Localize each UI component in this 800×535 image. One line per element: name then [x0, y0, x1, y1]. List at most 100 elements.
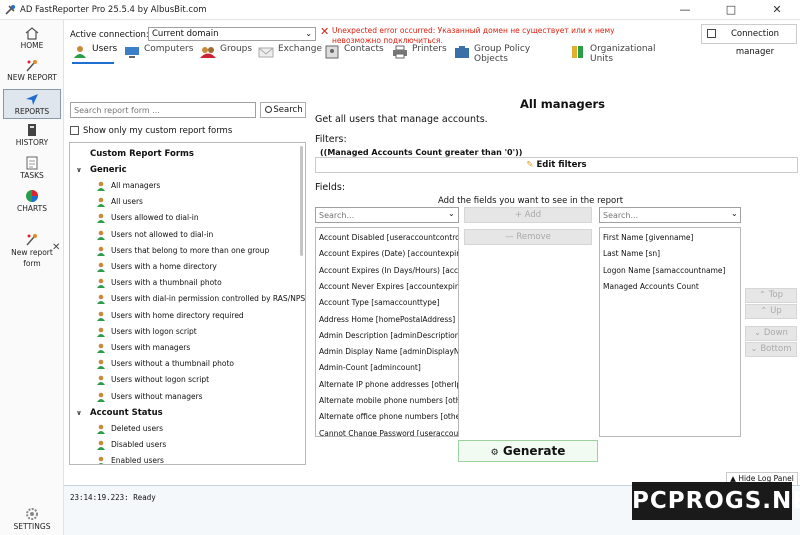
- available-field-item[interactable]: Account Expires (Date) [accountexpires]: [319, 246, 458, 262]
- nav-charts-label: CHARTS: [16, 204, 47, 213]
- tree-item[interactable]: Users with managers: [96, 340, 190, 356]
- nav-history[interactable]: HISTORY: [3, 121, 61, 151]
- close-form-icon[interactable]: ✕: [52, 242, 60, 253]
- title-bar: AD FastReporter Pro 25.5.4 by AlbusBit.c…: [0, 0, 800, 20]
- nav-settings[interactable]: SETTINGS: [3, 505, 61, 535]
- nav-reports[interactable]: REPORTS: [3, 89, 61, 119]
- tab-contacts[interactable]: Contacts: [324, 44, 384, 64]
- available-field-item[interactable]: Alternate IP phone addresses [otherIpPho…: [319, 377, 458, 393]
- nav-tasks[interactable]: TASKS: [3, 154, 61, 184]
- user-icon: [96, 359, 106, 370]
- available-field-item[interactable]: Admin Display Name [adminDisplayName]: [319, 344, 458, 360]
- tree-item[interactable]: Users with a thumbnail photo: [96, 275, 222, 291]
- connection-select[interactable]: Current domain ⌄: [148, 27, 316, 41]
- ou-icon: [570, 45, 586, 59]
- selected-field-item[interactable]: Last Name [sn]: [603, 246, 660, 262]
- report-form-tree[interactable]: Custom Report Forms ∨ Generic All managers A…: [69, 142, 306, 465]
- available-field-item[interactable]: Account Never Expires [accountexpires]: [319, 279, 458, 295]
- tree-item-label: Users with a home directory: [111, 262, 217, 271]
- user-icon: [96, 375, 106, 386]
- available-field-item[interactable]: Alternate mobile phone numbers [otherMob…: [319, 393, 458, 409]
- tree-item[interactable]: All users: [96, 194, 143, 210]
- available-field-item[interactable]: Account Expires (In Days/Hours) [account…: [319, 263, 458, 279]
- connection-manager-button[interactable]: Connection manager: [701, 24, 797, 57]
- tab-group-policy-objects[interactable]: Group Policy Objects: [454, 44, 560, 64]
- minimize-icon[interactable]: —: [662, 0, 708, 20]
- tree-item[interactable]: Users with a home directory: [96, 259, 217, 275]
- contacts-icon: [324, 45, 340, 59]
- tree-item[interactable]: Users without a thumbnail photo: [96, 356, 234, 372]
- available-field-item[interactable]: Account Type [samaccounttype]: [319, 295, 440, 311]
- chevron-down-icon[interactable]: ∨: [74, 162, 84, 178]
- tree-scrollbar[interactable]: [300, 146, 303, 256]
- available-field-item[interactable]: Cannot Change Password [useraccountcontr…: [319, 426, 458, 436]
- available-field-item[interactable]: Account Disabled [useraccountcontrol]: [319, 230, 458, 246]
- custom-only-checkbox[interactable]: [70, 126, 79, 135]
- tab-printers[interactable]: Printers: [392, 44, 447, 64]
- selected-field-item[interactable]: Logon Name [samaccountname]: [603, 263, 725, 279]
- tree-item[interactable]: Enabled users: [96, 453, 164, 464]
- available-field-item[interactable]: Alternate office phone numbers [otherTel…: [319, 409, 458, 425]
- selected-fields-list[interactable]: First Name [givenname] Last Name [sn] Logo…: [599, 227, 741, 437]
- user-icon: [96, 278, 106, 289]
- tree-item[interactable]: Users with dial-in permission controlled…: [96, 291, 305, 307]
- user-icon: [96, 262, 106, 272]
- close-icon[interactable]: ✕: [754, 0, 800, 20]
- tree-item[interactable]: Users not allowed to dial-in: [96, 227, 213, 243]
- tree-group[interactable]: ∨ Generic: [74, 162, 127, 178]
- generate-button[interactable]: ⚙ Generate: [458, 440, 598, 462]
- user-icon: [96, 440, 106, 450]
- move-down-button[interactable]: ⌄ Down: [745, 326, 797, 341]
- remove-button[interactable]: — Remove: [464, 229, 592, 245]
- tab-organizational-units[interactable]: Organizational Units: [570, 44, 674, 64]
- user-icon: [96, 294, 106, 305]
- tab-computers[interactable]: Computers: [124, 44, 193, 64]
- tree-item[interactable]: Deleted users: [96, 421, 163, 437]
- tab-contacts-label: Contacts: [344, 44, 384, 54]
- selected-field-item[interactable]: Managed Accounts Count: [603, 279, 699, 295]
- tree-item[interactable]: Users with home directory required: [96, 308, 244, 324]
- chevron-down-icon[interactable]: ∨: [74, 405, 84, 421]
- tab-users[interactable]: Users: [72, 44, 117, 64]
- available-field-item[interactable]: Admin Description [adminDescription]: [319, 328, 458, 344]
- available-fields-list[interactable]: Account Disabled [useraccountcontrol] Acc…: [315, 227, 459, 437]
- tree-item[interactable]: Users without managers: [96, 389, 203, 405]
- search-button[interactable]: Search: [260, 102, 306, 118]
- tree-item[interactable]: Users that belong to more than one group: [96, 243, 269, 259]
- tree-item[interactable]: All managers: [96, 178, 160, 194]
- tab-exchange-label: Exchange: [278, 44, 322, 54]
- mail-icon: [258, 45, 274, 59]
- report-search-input[interactable]: [70, 102, 256, 118]
- tree-group-label: Generic: [90, 165, 127, 175]
- move-top-button[interactable]: ⌃ Top: [745, 288, 797, 303]
- tab-exchange[interactable]: Exchange: [258, 44, 322, 64]
- edit-filters-label: Edit filters: [536, 160, 587, 170]
- connection-select-value: Current domain: [152, 29, 219, 39]
- tree-item[interactable]: Users allowed to dial-in: [96, 210, 199, 226]
- tree-item-label: Users with home directory required: [111, 310, 244, 320]
- maximize-icon[interactable]: □: [708, 0, 754, 20]
- available-fields-search[interactable]: [315, 207, 459, 223]
- tab-groups[interactable]: Groups: [200, 44, 252, 64]
- edit-filters-button[interactable]: ✎ Edit filters: [315, 157, 798, 173]
- tree-header: Custom Report Forms: [90, 149, 194, 159]
- move-bottom-button[interactable]: ⌄ Bottom: [745, 342, 797, 357]
- tree-item-label: Users with dial-in permission controlled…: [111, 294, 306, 304]
- pie-chart-icon: [24, 189, 40, 203]
- tree-group[interactable]: ∨ Account Status: [74, 405, 163, 421]
- nav-home[interactable]: HOME: [3, 24, 61, 54]
- nav-charts[interactable]: CHARTS: [3, 187, 61, 217]
- tree-item[interactable]: Users with logon script: [96, 324, 197, 340]
- chevron-down-icon: ⌄: [305, 29, 312, 38]
- chevron-down-icon: ⌄: [754, 328, 762, 338]
- tree-item[interactable]: Users without logon script: [96, 372, 209, 388]
- move-up-button[interactable]: ⌃ Up: [745, 304, 797, 319]
- user-icon: [96, 213, 106, 224]
- available-field-item[interactable]: Admin-Count [admincount]: [319, 360, 421, 376]
- selected-fields-search[interactable]: [599, 207, 741, 223]
- nav-new-report[interactable]: NEW REPORT: [3, 56, 61, 86]
- add-button[interactable]: + Add: [464, 207, 592, 223]
- selected-field-item[interactable]: First Name [givenname]: [603, 230, 693, 246]
- available-field-item[interactable]: Address Home [homePostalAddress]: [319, 312, 455, 328]
- tree-item[interactable]: Disabled users: [96, 437, 166, 453]
